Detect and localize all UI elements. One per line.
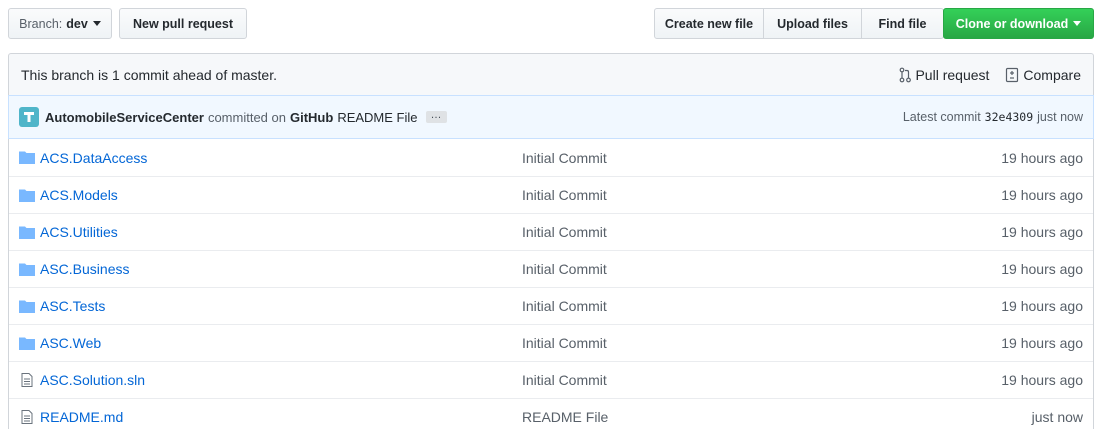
folder-icon — [19, 263, 35, 276]
file-name-link[interactable]: ASC.Web — [40, 335, 101, 351]
folder-icon — [19, 226, 35, 239]
file-age: 19 hours ago — [1001, 224, 1083, 240]
file-name-link[interactable]: README.md — [40, 409, 123, 425]
clone-label: Clone or download — [955, 16, 1069, 31]
file-commit-message[interactable]: Initial Commit — [522, 224, 607, 240]
identicon-icon — [24, 112, 34, 122]
latest-commit-bar: AutomobileServiceCenter committed on Git… — [8, 95, 1094, 139]
file-row: README.md README File just now — [9, 398, 1093, 429]
branch-status-bar: This branch is 1 commit ahead of master.… — [8, 53, 1094, 95]
file-age: 19 hours ago — [1001, 261, 1083, 277]
file-name-link[interactable]: ACS.Models — [40, 187, 118, 203]
file-age: 19 hours ago — [1001, 335, 1083, 351]
expand-commit-button[interactable]: … — [425, 110, 447, 123]
file-name-link[interactable]: ACS.Utilities — [40, 224, 118, 240]
file-age: 19 hours ago — [1001, 372, 1083, 388]
latest-commit-label: Latest commit — [902, 110, 981, 124]
branch-prefix: Branch: — [19, 16, 63, 31]
folder-icon — [19, 337, 35, 350]
file-name-link[interactable]: ASC.Solution.sln — [40, 372, 145, 388]
file-age: just now — [1031, 409, 1083, 425]
upload-files-button[interactable]: Upload files — [763, 8, 862, 39]
caret-down-icon — [92, 21, 101, 26]
commit-message-link[interactable]: README File — [337, 110, 417, 125]
file-list: ACS.DataAccess Initial Commit 19 hours a… — [8, 139, 1094, 429]
file-name-link[interactable]: ASC.Business — [40, 261, 129, 277]
commit-time: just now — [1037, 110, 1083, 124]
commit-sha-link[interactable]: 32e4309 — [985, 110, 1033, 124]
file-actions-group: Create new file Upload files Find file — [654, 8, 944, 39]
new-pull-request-button[interactable]: New pull request — [119, 8, 247, 39]
folder-icon — [19, 189, 35, 202]
file-commit-message[interactable]: README File — [522, 409, 608, 425]
commit-platform: GitHub — [289, 109, 334, 125]
file-commit-message[interactable]: Initial Commit — [522, 298, 607, 314]
file-row: ASC.Tests Initial Commit 19 hours ago — [9, 287, 1093, 324]
commit-author-link[interactable]: AutomobileServiceCenter — [45, 110, 204, 125]
file-age: 19 hours ago — [1001, 149, 1083, 166]
compare-icon — [1006, 67, 1019, 82]
file-row: ASC.Business Initial Commit 19 hours ago — [9, 250, 1093, 287]
pull-request-link[interactable]: Pull request — [899, 67, 989, 83]
branch-name: dev — [66, 16, 88, 31]
file-icon — [21, 410, 33, 424]
file-commit-message[interactable]: Initial Commit — [522, 150, 607, 166]
committed-on-text: committed on — [207, 109, 286, 125]
file-name-link[interactable]: ASC.Tests — [40, 298, 105, 314]
repo-toolbar: Branch: dev New pull request Create new … — [8, 8, 1094, 40]
file-commit-message[interactable]: Initial Commit — [522, 335, 607, 351]
branch-status-text: This branch is 1 commit ahead of master. — [21, 66, 277, 83]
find-file-button[interactable]: Find file — [861, 8, 944, 39]
file-commit-message[interactable]: Initial Commit — [522, 261, 607, 277]
create-new-file-button[interactable]: Create new file — [654, 8, 764, 39]
pull-request-label: Pull request — [915, 66, 990, 83]
file-icon — [21, 373, 33, 387]
file-row: ASC.Solution.sln Initial Commit 19 hours… — [9, 361, 1093, 398]
file-commit-message[interactable]: Initial Commit — [522, 187, 607, 203]
compare-label: Compare — [1023, 66, 1081, 83]
compare-link[interactable]: Compare — [1005, 67, 1081, 83]
folder-icon — [19, 151, 35, 164]
file-row: ACS.Models Initial Commit 19 hours ago — [9, 176, 1093, 213]
caret-down-icon — [1073, 21, 1082, 26]
folder-icon — [19, 300, 35, 313]
clone-or-download-button[interactable]: Clone or download — [943, 8, 1094, 39]
file-age: 19 hours ago — [1001, 298, 1083, 314]
branch-select-button[interactable]: Branch: dev — [8, 8, 112, 39]
file-row: ACS.DataAccess Initial Commit 19 hours a… — [9, 139, 1093, 176]
pull-request-icon — [900, 67, 912, 82]
file-row: ASC.Web Initial Commit 19 hours ago — [9, 324, 1093, 361]
file-name-link[interactable]: ACS.DataAccess — [40, 150, 147, 166]
file-row: ACS.Utilities Initial Commit 19 hours ag… — [9, 213, 1093, 250]
avatar[interactable] — [19, 107, 39, 127]
file-age: 19 hours ago — [1001, 187, 1083, 203]
file-commit-message[interactable]: Initial Commit — [522, 372, 607, 388]
